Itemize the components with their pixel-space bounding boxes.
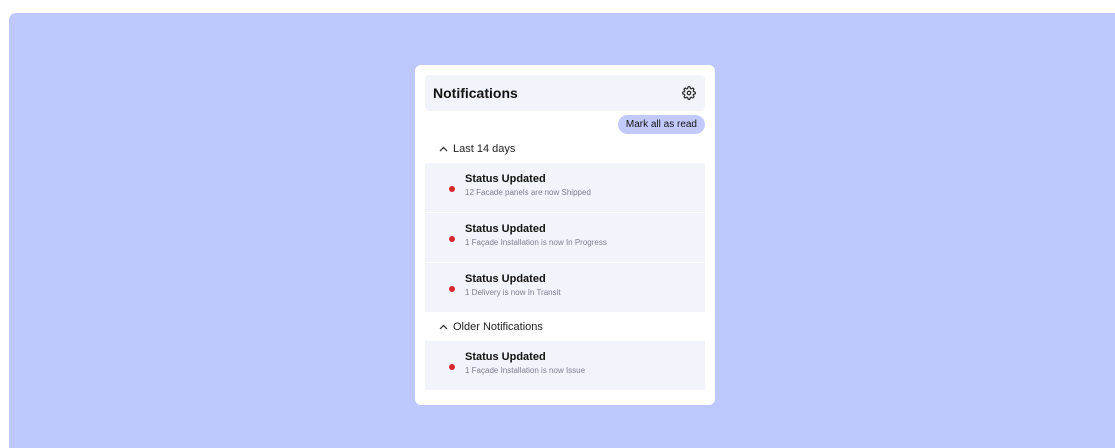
panel-header: Notifications (425, 75, 705, 111)
notification-subtitle: 12 Facade panels are now Shipped (465, 187, 591, 197)
notification-item[interactable]: Status Updated 1 Façade Installation is … (425, 341, 705, 391)
unread-dot-icon (449, 186, 455, 192)
chevron-up-icon (439, 144, 449, 155)
panel-actions: Mark all as read (425, 115, 705, 135)
group-label: Last 14 days (453, 143, 516, 155)
notification-subtitle: 1 Façade Installation is now Issue (465, 365, 586, 375)
notification-item[interactable]: Status Updated 1 Façade Installation is … (425, 213, 705, 263)
unread-dot-icon (449, 236, 455, 242)
panel-title: Notifications (433, 85, 518, 101)
notification-title: Status Updated (465, 222, 546, 235)
group-toggle-older-notifications[interactable]: Older Notifications (425, 316, 705, 338)
notifications-panel: Notifications Mark all as read Last 14 d… (415, 65, 715, 405)
notification-title: Status Updated (465, 272, 546, 285)
notification-subtitle: 1 Façade Installation is now In Progress (465, 237, 607, 247)
notification-title: Status Updated (465, 172, 546, 185)
group-label: Older Notifications (453, 321, 543, 333)
unread-dot-icon (449, 286, 455, 292)
mark-all-read-button[interactable]: Mark all as read (617, 115, 705, 134)
page-background: Notifications Mark all as read Last 14 d… (9, 13, 1115, 448)
gear-icon[interactable] (681, 85, 697, 101)
notification-item[interactable]: Status Updated 1 Delivery is now In Tran… (425, 263, 705, 313)
chevron-up-icon (439, 322, 449, 333)
group-toggle-last-14-days[interactable]: Last 14 days (425, 138, 705, 160)
unread-dot-icon (449, 364, 455, 370)
notification-subtitle: 1 Delivery is now In Transit (465, 287, 561, 297)
notification-item[interactable]: Status Updated 12 Facade panels are now … (425, 163, 705, 213)
notification-title: Status Updated (465, 350, 546, 363)
